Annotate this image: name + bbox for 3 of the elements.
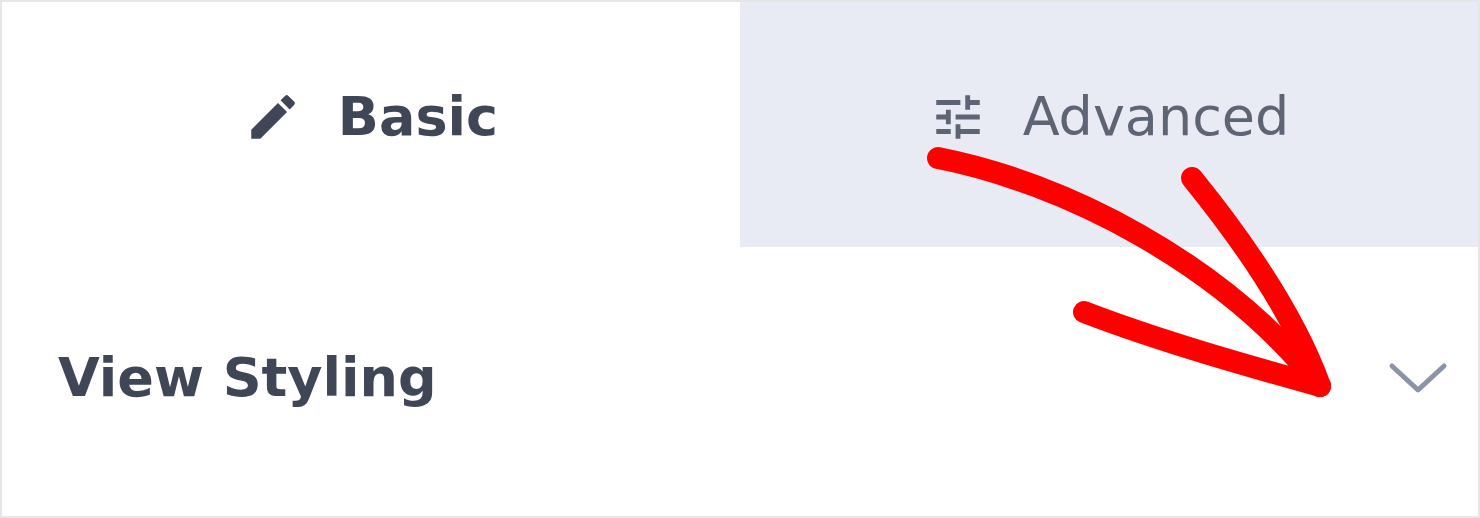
section-title: View Styling [58,346,437,409]
chevron-down-icon[interactable] [1388,361,1448,394]
tab[interactable]: Advanced [740,2,1478,247]
